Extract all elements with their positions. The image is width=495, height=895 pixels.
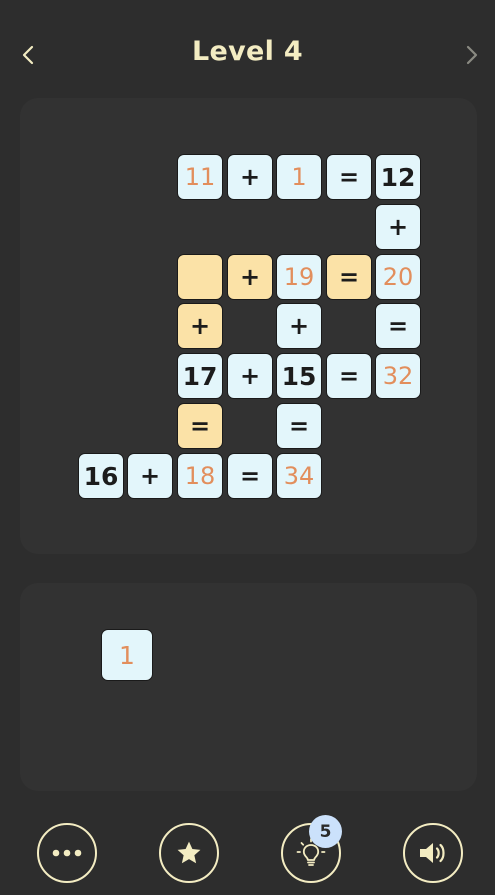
board-tile-operator: = <box>177 403 223 449</box>
board-tile-operator: = <box>375 303 421 349</box>
board-tile-number[interactable]: 18 <box>177 453 223 499</box>
board-tile-operator: = <box>326 254 372 300</box>
speaker-icon <box>420 843 445 863</box>
star-icon <box>177 841 201 864</box>
board-tile-number[interactable]: 34 <box>276 453 322 499</box>
board-tile-operator: = <box>227 453 273 499</box>
menu-button[interactable] <box>37 823 97 883</box>
board-tile-empty-slot[interactable] <box>177 254 223 300</box>
tray-number-tile[interactable]: 1 <box>101 629 153 681</box>
next-level-button[interactable] <box>457 40 487 70</box>
hint-count-badge: 5 <box>309 815 342 848</box>
favorite-button[interactable] <box>159 823 219 883</box>
board-tile-number[interactable]: 1 <box>276 154 322 200</box>
chevron-right-icon <box>466 45 478 65</box>
board-tile-operator: + <box>177 303 223 349</box>
board-tile-operator: + <box>276 303 322 349</box>
header: Level 4 <box>0 0 495 100</box>
more-dots-icon <box>52 849 82 857</box>
board-tile-operator: + <box>127 453 173 499</box>
board-tile-number[interactable]: 19 <box>276 254 322 300</box>
board-tile-number: 17 <box>177 353 223 399</box>
board-tile-number[interactable]: 20 <box>375 254 421 300</box>
board-tile-number: 16 <box>78 453 124 499</box>
sound-button[interactable] <box>403 823 463 883</box>
level-title: Level 4 <box>192 36 303 67</box>
board-tile-number: 15 <box>276 353 322 399</box>
board-tile-operator: + <box>375 204 421 250</box>
board-tile-operator: = <box>276 403 322 449</box>
board-tile-operator: + <box>227 353 273 399</box>
board-tile-operator: = <box>326 154 372 200</box>
number-tray-panel <box>20 583 477 791</box>
board-tile-number: 12 <box>375 154 421 200</box>
board-tile-number[interactable]: 32 <box>375 353 421 399</box>
board-tile-operator: = <box>326 353 372 399</box>
board-tile-number[interactable]: 11 <box>177 154 223 200</box>
board-tile-operator: + <box>227 254 273 300</box>
board-tile-operator: + <box>227 154 273 200</box>
